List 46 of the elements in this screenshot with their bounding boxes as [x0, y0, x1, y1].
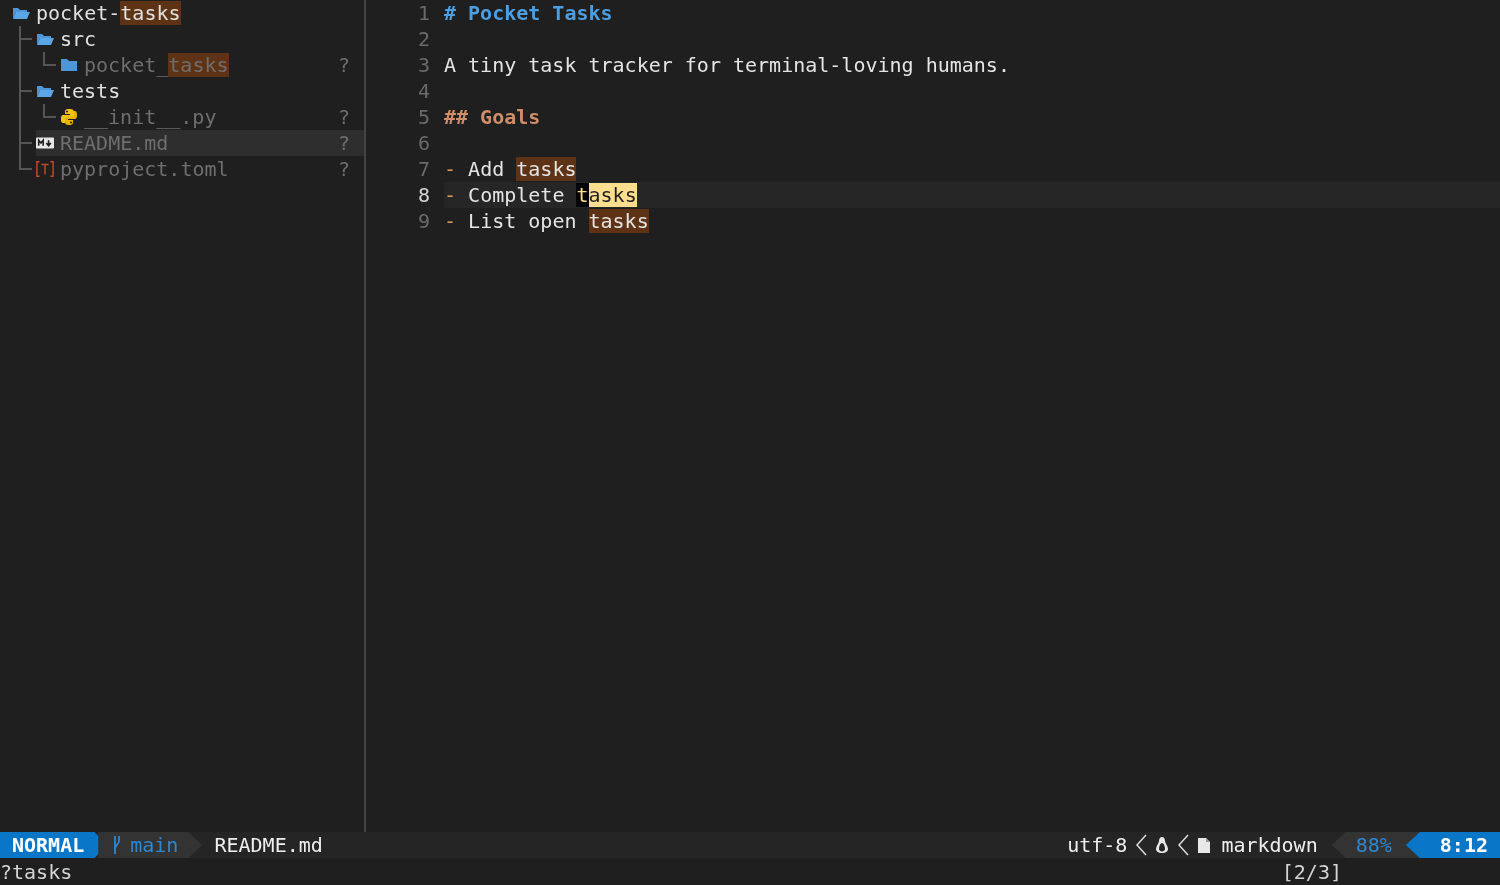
search-highlight: tasks — [120, 1, 181, 25]
tree-item[interactable]: README.md ? — [36, 130, 364, 156]
file-icon — [1197, 836, 1212, 854]
penguin-icon — [1155, 836, 1170, 854]
git-branch-icon — [112, 835, 123, 855]
git-status-text: ? — [337, 131, 351, 155]
line-number: 1 — [416, 1, 431, 25]
line-number: 9 — [416, 209, 431, 233]
toml-icon — [36, 160, 54, 178]
tree-item[interactable]: src — [36, 26, 364, 52]
line-number: 3 — [416, 53, 431, 77]
search-highlight: tasks — [168, 53, 229, 77]
file-name: README.md — [213, 833, 323, 857]
git-status-text: ? — [337, 105, 351, 129]
tree-item[interactable]: __init__.py ? — [60, 104, 364, 130]
code-line: # Pocket Tasks — [444, 0, 614, 26]
tree-item[interactable]: pocket-tasks — [12, 0, 364, 26]
search-command: ?tasks — [0, 859, 73, 884]
line-number: 4 — [416, 79, 431, 103]
separator-icon — [1135, 834, 1148, 856]
text-cursor: t — [576, 183, 589, 207]
current-search-highlight: asks — [588, 183, 637, 207]
cursor-position: 8:12 — [1405, 832, 1500, 858]
line-number: 6 — [416, 131, 431, 155]
code-line: A tiny task tracker for terminal-loving humans. — [444, 52, 1011, 78]
markdown-icon — [36, 137, 54, 149]
tree-item[interactable]: tests — [36, 78, 364, 104]
code-line: - Add tasks — [444, 156, 578, 182]
search-highlight: tasks — [516, 157, 577, 181]
separator-icon — [1177, 834, 1190, 856]
git-status-text: ? — [337, 53, 351, 77]
line-number: 5 — [416, 105, 431, 129]
code-line: ## Goals — [444, 104, 542, 130]
filetype-text: markdown — [1221, 833, 1318, 857]
line-number: 8 — [416, 183, 431, 207]
line-number: 2 — [416, 27, 431, 51]
python-icon — [60, 108, 78, 126]
encoding-text: utf-8 — [1067, 833, 1128, 857]
line-number: 7 — [416, 157, 431, 181]
git-status-text: ? — [337, 157, 351, 181]
search-highlight: tasks — [588, 209, 649, 233]
branch-indicator: main — [98, 832, 203, 858]
search-count: [2/3] — [1281, 859, 1342, 884]
code-line: - List open tasks — [444, 208, 650, 234]
tree-item[interactable]: pocket_tasks ? — [60, 52, 364, 78]
tree-item[interactable]: pyproject.toml ? — [36, 156, 364, 182]
